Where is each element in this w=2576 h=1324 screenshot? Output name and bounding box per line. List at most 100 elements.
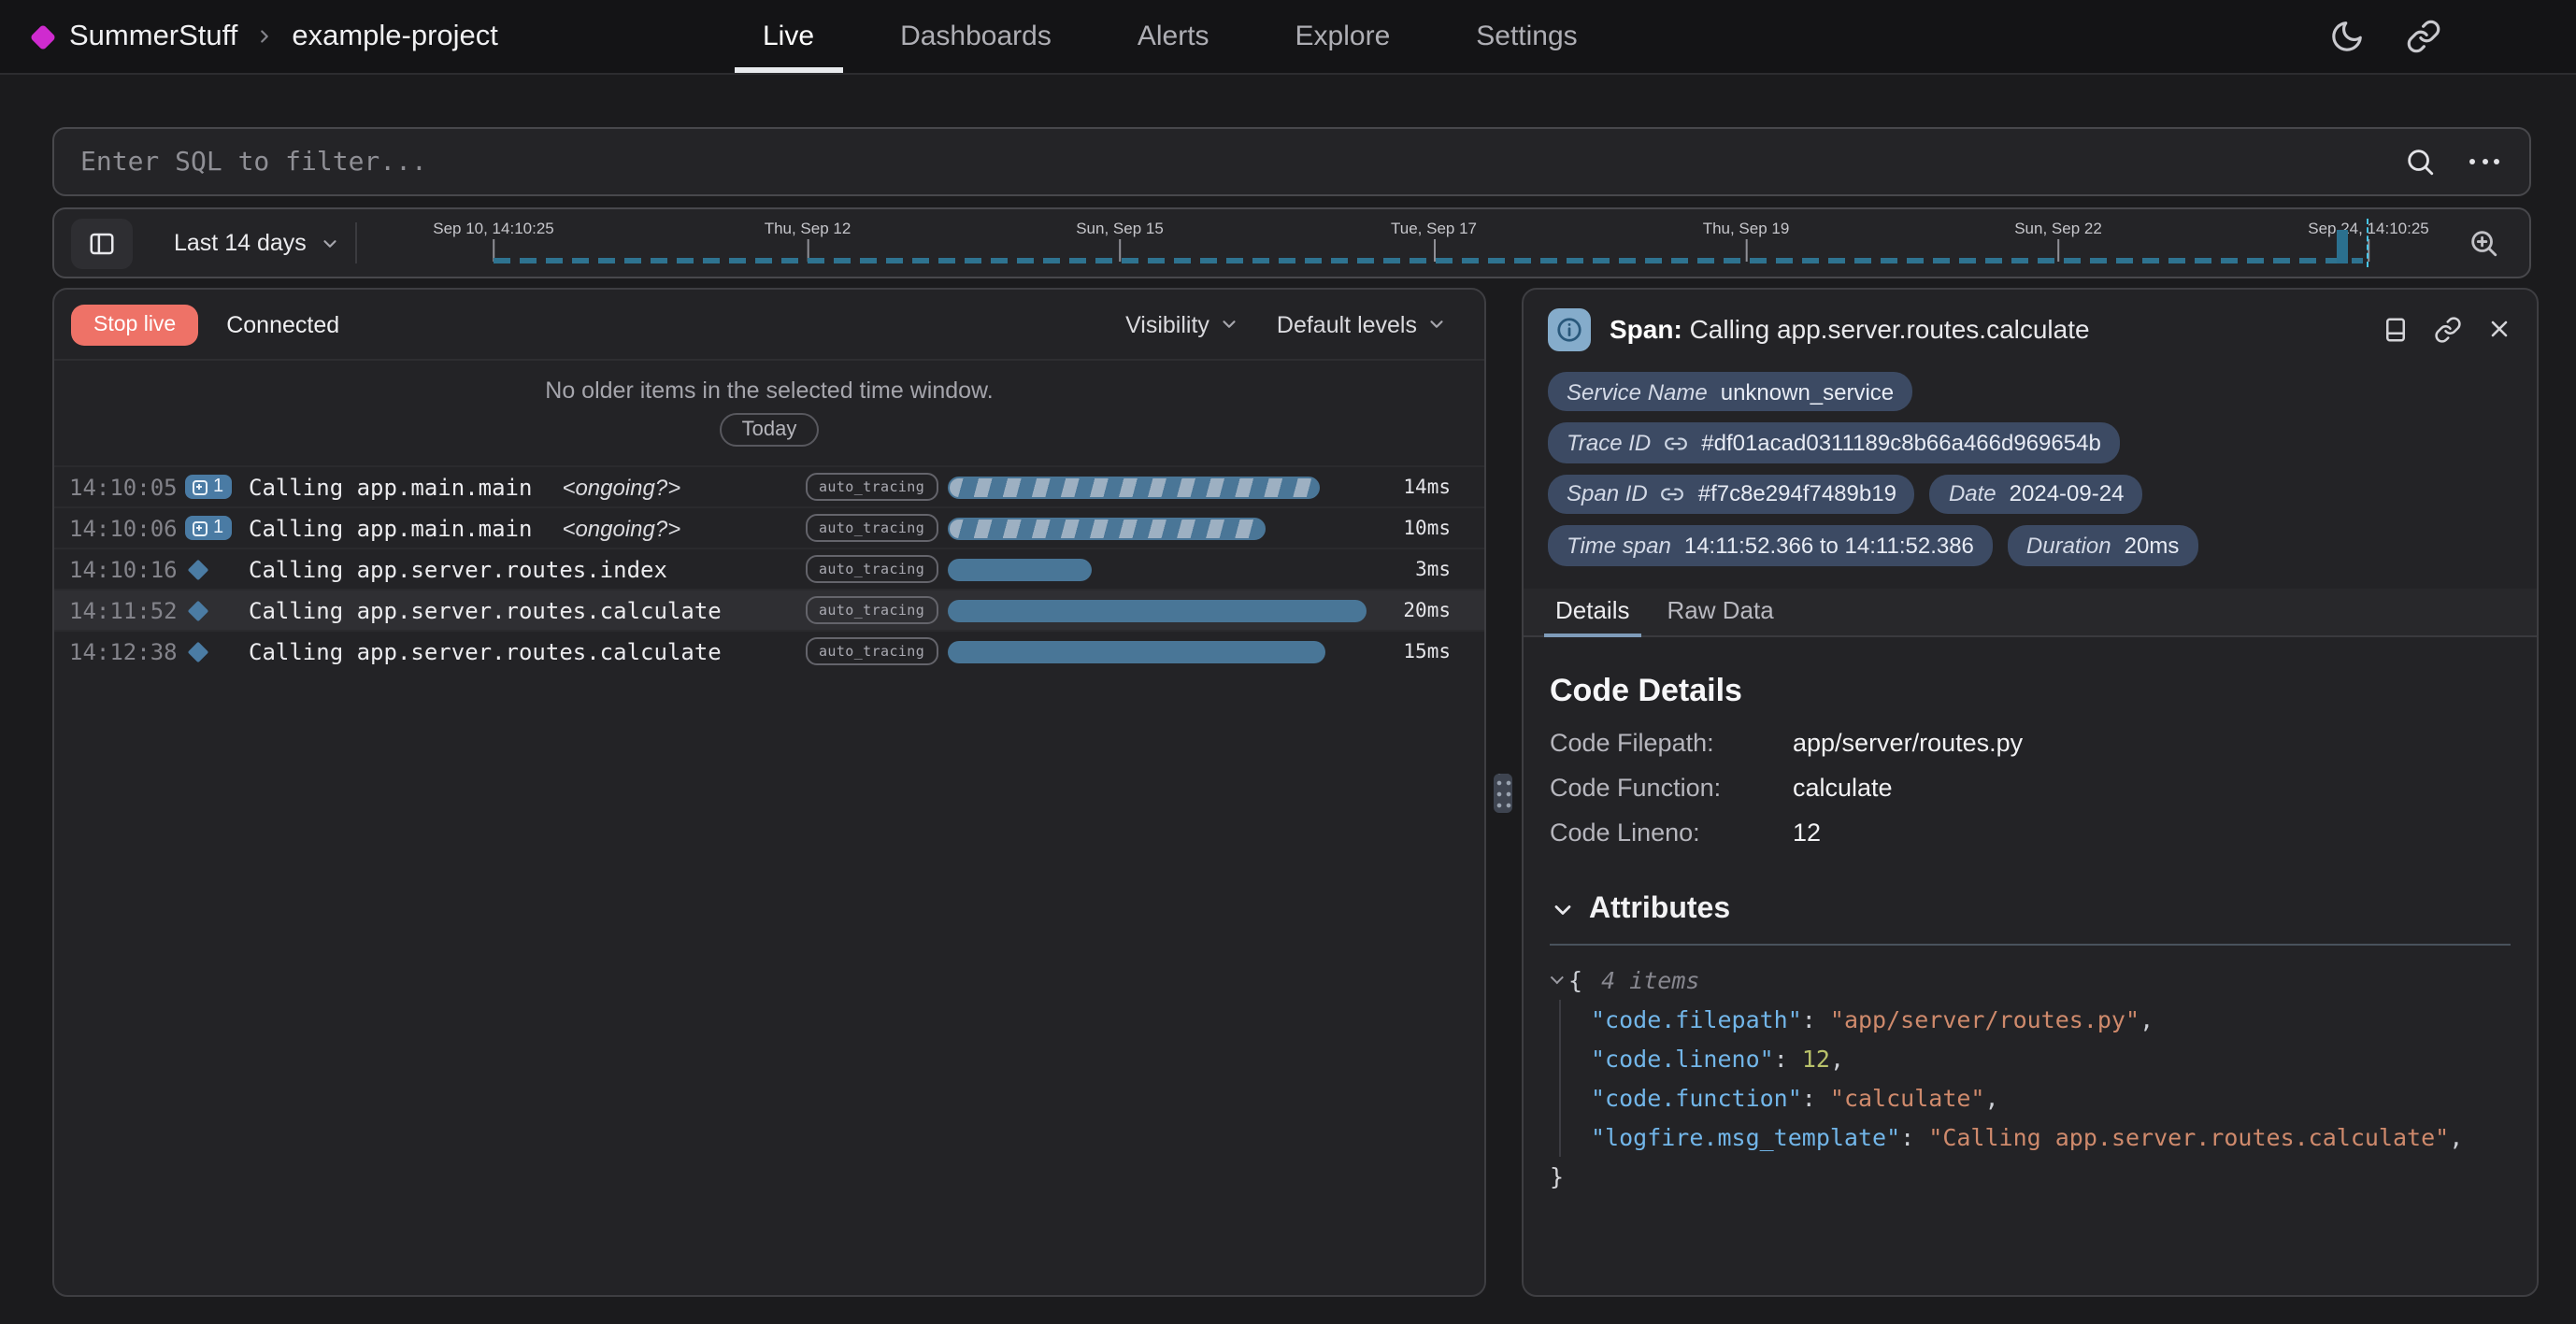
field-value: 12 <box>1793 818 2511 846</box>
timeline-tick: Sun, Sep 15 <box>1076 219 1164 262</box>
service-name-chip: Service Name unknown_service <box>1548 372 1912 412</box>
attributes-section-toggle[interactable]: Attributes <box>1550 892 2511 926</box>
field-label: Code Filepath: <box>1550 728 1793 756</box>
close-icon[interactable] <box>2486 316 2512 342</box>
today-button[interactable]: Today <box>720 413 820 447</box>
nav-actions <box>2329 7 2576 66</box>
plus-square-icon <box>193 479 208 494</box>
json-entry: "logfire.msg_template": "Calling app.ser… <box>1591 1117 2511 1156</box>
empty-message: No older items in the selected time wind… <box>545 377 993 404</box>
tag-pill[interactable]: auto_tracing <box>806 474 937 501</box>
tag-pill[interactable]: auto_tracing <box>806 556 937 583</box>
live-view-header: Stop live Connected Visibility Default l… <box>54 290 1484 361</box>
chevron-down-icon <box>320 233 340 253</box>
overflow-menu-icon[interactable] <box>2469 159 2499 164</box>
span-count-badge[interactable]: 1 <box>185 475 241 499</box>
ongoing-label: <ongoing?> <box>562 474 680 500</box>
filter-actions <box>2404 146 2529 178</box>
app-window: SummerStuff example-project Live Dashboa… <box>0 0 2576 1324</box>
row-message: Calling app.server.routes.calculate <box>249 638 722 664</box>
duration-bar <box>948 477 1320 499</box>
tab-alerts[interactable]: Alerts <box>1138 0 1209 73</box>
divider <box>1550 943 2511 945</box>
breadcrumb: SummerStuff example-project <box>0 20 498 53</box>
tab-raw-data[interactable]: Raw Data <box>1653 588 1789 634</box>
connection-status: Connected <box>226 311 339 337</box>
ongoing-label: <ongoing?> <box>562 515 680 541</box>
row-duration: 14ms <box>1403 476 1451 498</box>
sql-filter-input[interactable] <box>54 147 2404 177</box>
panel-resize-handle[interactable] <box>1494 774 1512 813</box>
table-row[interactable]: 14:10:16 Calling app.server.routes.index… <box>54 548 1484 589</box>
duration-bar <box>948 518 1266 540</box>
search-icon[interactable] <box>2404 146 2436 178</box>
collapse-caret-icon[interactable] <box>1551 970 1564 983</box>
chevron-down-icon <box>1550 896 1576 922</box>
chevron-down-icon <box>1219 314 1239 335</box>
link-icon <box>1664 431 1688 455</box>
table-row-selected[interactable]: 14:11:52 Calling app.server.routes.calcu… <box>54 589 1484 630</box>
row-duration: 10ms <box>1403 517 1451 539</box>
duration-chip: Duration 20ms <box>2008 525 2197 565</box>
span-count-badge[interactable]: 1 <box>185 516 241 540</box>
tab-details[interactable]: Details <box>1540 588 1645 634</box>
project-name[interactable]: example-project <box>292 20 498 53</box>
stop-live-button[interactable]: Stop live <box>71 304 198 345</box>
detail-body: Code Details Code Filepath: app/server/r… <box>1524 636 2537 1195</box>
chevron-down-icon <box>1426 314 1447 335</box>
default-levels-dropdown[interactable]: Default levels <box>1277 311 1447 337</box>
json-items-count: 4 items <box>1601 960 1699 999</box>
row-duration: 3ms <box>1415 558 1451 580</box>
span-detail-header: Span: Calling app.server.routes.calculat… <box>1524 290 2537 368</box>
user-avatar[interactable] <box>2483 7 2542 66</box>
row-timestamp: 14:10:16 <box>69 556 185 582</box>
trace-id-chip[interactable]: Trace ID #df01acad0311189c8b66a466d96965… <box>1548 423 2120 463</box>
tag-pill[interactable]: auto_tracing <box>806 515 937 542</box>
dark-mode-moon-icon[interactable] <box>2329 19 2365 54</box>
duration-bar <box>948 641 1325 663</box>
date-chip: Date 2024-09-24 <box>1930 475 2143 515</box>
time-range-dropdown[interactable]: Last 14 days <box>174 209 340 277</box>
copy-link-icon[interactable] <box>2434 315 2462 343</box>
row-timestamp: 14:11:52 <box>69 597 185 623</box>
detail-actions <box>2382 315 2512 343</box>
info-icon <box>1548 307 1591 350</box>
field-label: Code Function: <box>1550 773 1793 801</box>
span-metadata-chips: Service Name unknown_service Trace ID #d… <box>1524 368 2537 565</box>
span-diamond-icon <box>188 559 209 580</box>
activity-dash-line <box>494 258 2363 263</box>
org-name[interactable]: SummerStuff <box>69 20 237 53</box>
tab-dashboards[interactable]: Dashboards <box>900 0 1052 73</box>
json-entries: "code.filepath": "app/server/routes.py",… <box>1559 999 2511 1156</box>
row-message: Calling app.main.main <box>249 515 532 541</box>
table-row[interactable]: 14:10:06 1 Calling app.main.main <ongoin… <box>54 506 1484 548</box>
table-row[interactable]: 14:12:38 Calling app.server.routes.calcu… <box>54 630 1484 671</box>
visibility-dropdown[interactable]: Visibility <box>1125 311 1239 337</box>
tab-live[interactable]: Live <box>763 0 814 73</box>
tag-pill[interactable]: auto_tracing <box>806 638 937 665</box>
sidebar-toggle-icon[interactable] <box>71 219 133 269</box>
tab-settings[interactable]: Settings <box>1476 0 1577 73</box>
field-value: app/server/routes.py <box>1793 728 2511 756</box>
time-span-chip: Time span 14:11:52.366 to 14:11:52.386 <box>1548 525 1993 565</box>
row-timestamp: 14:12:38 <box>69 638 185 664</box>
tag-pill[interactable]: auto_tracing <box>806 597 937 624</box>
share-link-icon[interactable] <box>2406 19 2441 54</box>
divider <box>355 222 357 263</box>
activity-spike <box>2337 230 2348 263</box>
span-title: Span: Calling app.server.routes.calculat… <box>1610 314 2090 344</box>
code-details-fields: Code Filepath: app/server/routes.py Code… <box>1550 728 2511 846</box>
breadcrumb-chevron-icon <box>254 26 275 47</box>
row-message: Calling app.server.routes.calculate <box>249 597 722 623</box>
tab-explore[interactable]: Explore <box>1295 0 1391 73</box>
attributes-json-tree: { 4 items "code.filepath": "app/server/r… <box>1550 960 2511 1195</box>
timeline-track[interactable]: Sep 10, 14:10:25 Thu, Sep 12 Sun, Sep 15… <box>372 209 2451 277</box>
table-row[interactable]: 14:10:05 1 Calling app.main.main <ongoin… <box>54 465 1484 506</box>
zoom-in-icon[interactable] <box>2456 225 2511 261</box>
timeline-tick: Tue, Sep 17 <box>1391 219 1477 262</box>
span-id-chip[interactable]: Span ID #f7c8e294f7489b19 <box>1548 475 1915 515</box>
empty-window-notice: No older items in the selected time wind… <box>54 361 1484 465</box>
split-view-icon[interactable] <box>2382 315 2410 343</box>
json-entry: "code.function": "calculate", <box>1591 1077 2511 1117</box>
top-nav: SummerStuff example-project Live Dashboa… <box>0 0 2576 75</box>
